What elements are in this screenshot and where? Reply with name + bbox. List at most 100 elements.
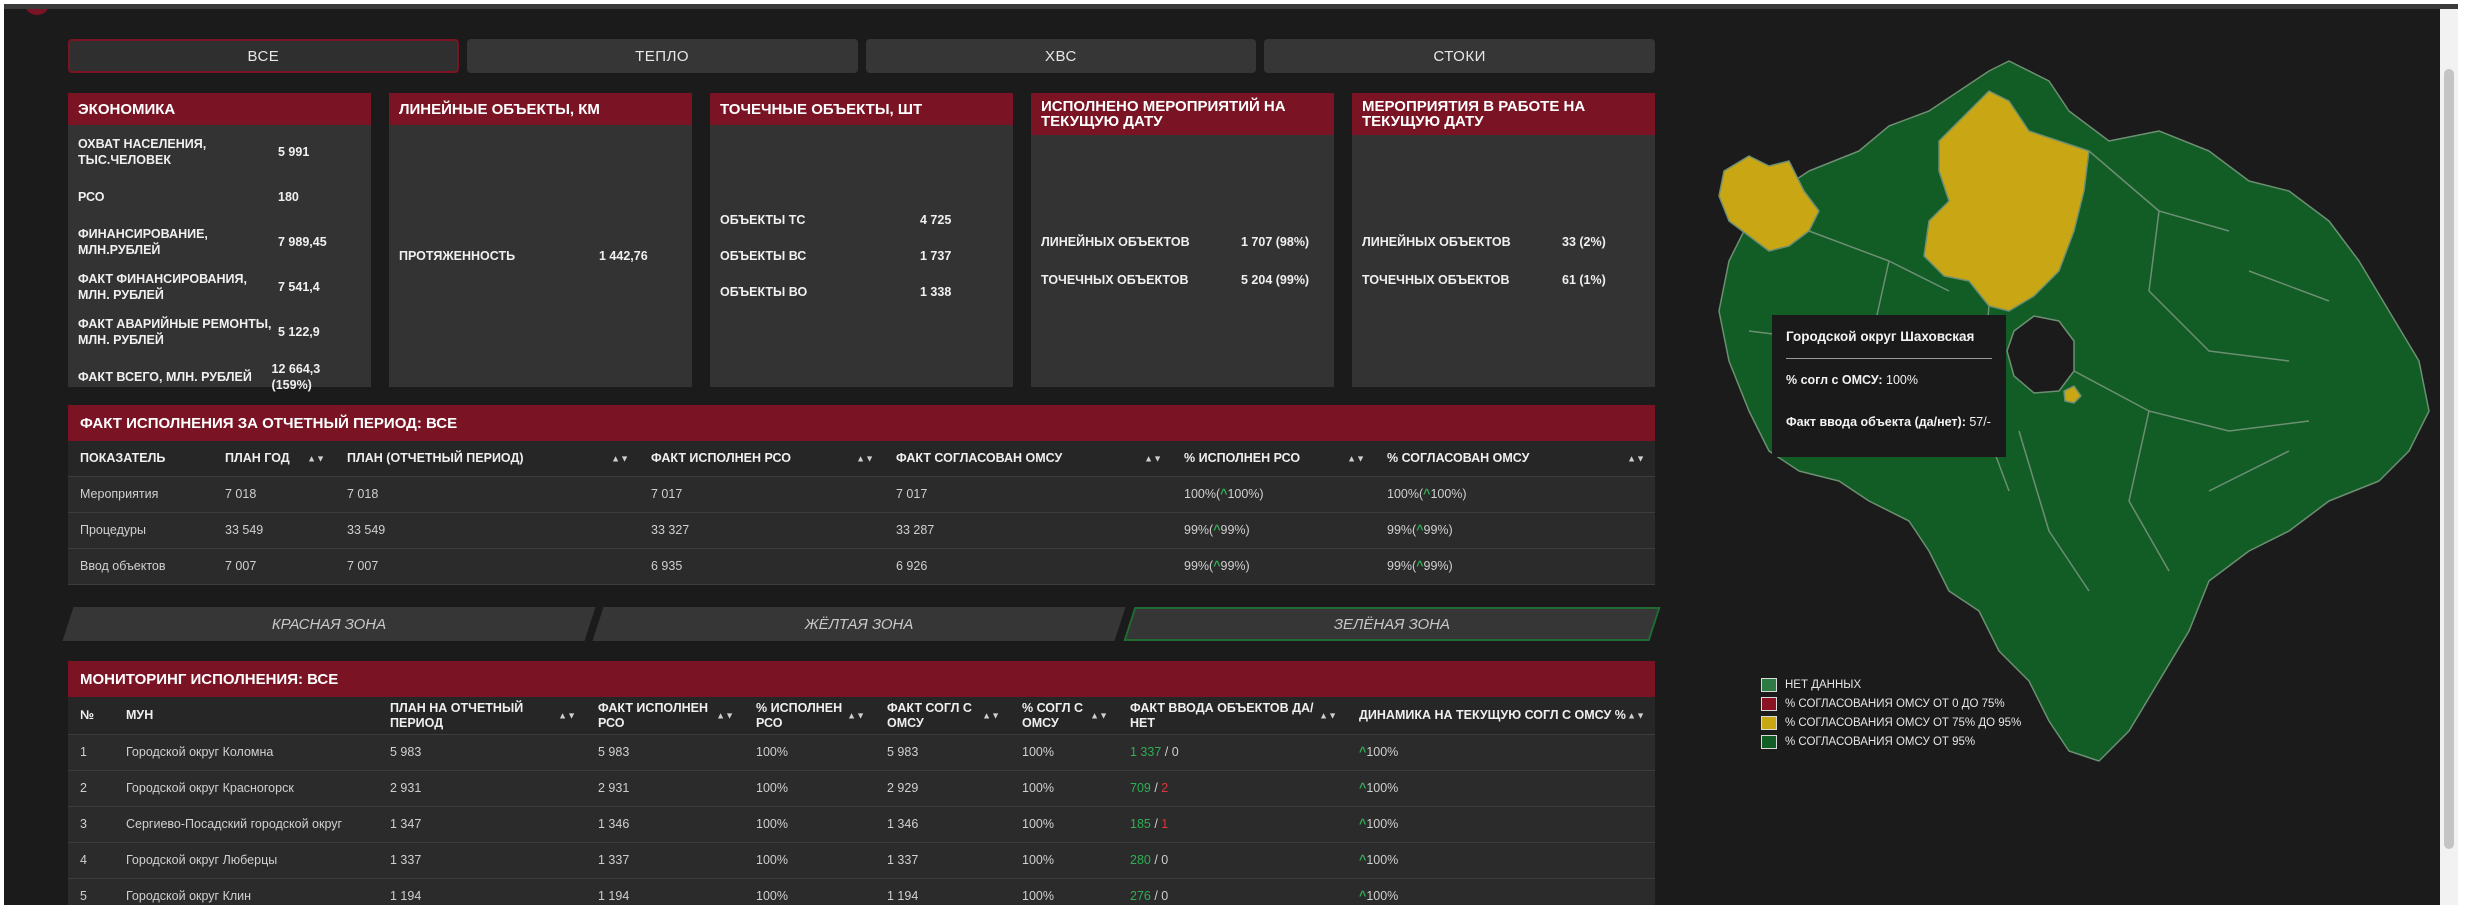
kv-value: 1 737	[920, 249, 952, 263]
kv-row: ЛИНЕЙНЫХ ОБЪЕКТОВ 33 (2%)	[1362, 234, 1645, 250]
card-body: ОХВАТ НАСЕЛЕНИЯ, ТЫС.ЧЕЛОВЕК 5 991 РСО 180 Ф…	[68, 125, 371, 405]
legend-label: НЕТ ДАННЫХ	[1785, 678, 1862, 691]
map-tooltip: Городской округ Шаховская % согл с ОМСУ:…	[1772, 315, 2006, 457]
table-cell: 2	[80, 781, 87, 795]
no-count: 1	[1161, 817, 1169, 831]
percent-value: 100%)	[1430, 487, 1467, 501]
tooltip-value: 57/-	[1969, 415, 1991, 429]
separator: /	[1161, 745, 1172, 759]
table-cell: Процедуры	[80, 523, 146, 537]
legend-label: % СОГЛАСОВАНИЯ ОМСУ ОТ 95%	[1785, 735, 1976, 748]
table-cell: Мероприятия	[80, 487, 159, 501]
legend-item: % СОГЛАСОВАНИЯ ОМСУ ОТ 0 ДО 75%	[1761, 694, 2021, 713]
tab-cold-water[interactable]: ХВС	[865, 39, 1257, 73]
kv-label: ОБЪЕКТЫ ВС	[720, 249, 807, 263]
table-cell: 2 931	[390, 781, 422, 795]
sort-icon[interactable]: ▲▼	[307, 451, 325, 466]
table-cell: 6 935	[651, 559, 683, 573]
table-row: Ввод объектов 7 007 7 007 6 935 6 926 99%(^99…	[68, 549, 1655, 585]
sort-icon[interactable]: ▲▼	[982, 708, 1000, 723]
column-header[interactable]: ФАКТ ВВОДА ОБЪЕКТОВ ДА/НЕТ ▲▼	[1118, 701, 1347, 731]
table-cell: 100%(^100%)	[1375, 487, 1655, 502]
yellow-zone-tab[interactable]: ЖЁЛТАЯ ЗОНА	[592, 607, 1127, 641]
percent-value: 100%	[1366, 889, 1399, 903]
table-cell: 100%	[756, 853, 788, 867]
done-card: ИСПОЛНЕНО МЕРОПРИЯТИЙ НА ТЕКУЩУЮ ДАТУ ЛИ…	[1031, 93, 1334, 387]
kv-row: ОБЪЕКТЫ ТС 4 725	[720, 212, 1003, 228]
tab-sewage[interactable]: СТОКИ	[1264, 39, 1655, 73]
sort-icon[interactable]: ▲▼	[1347, 451, 1365, 466]
sort-icon[interactable]: ▲▼	[611, 451, 629, 466]
table-cell: 33 327	[651, 523, 690, 537]
sort-icon[interactable]: ▲▼	[847, 708, 865, 723]
tab-heat[interactable]: ТЕПЛО	[466, 39, 858, 73]
red-zone-tab[interactable]: КРАСНАЯ ЗОНА	[62, 607, 596, 641]
kv-row: ОБЪЕКТЫ ВО 1 338	[720, 284, 1003, 300]
kv-value: 1 707 (98%)	[1241, 235, 1310, 249]
separator: /	[1150, 817, 1162, 831]
column-header[interactable]: % ИСПОЛНЕН РСО ▲▼	[1172, 451, 1375, 466]
kv-label: ФАКТ ФИНАНСИРОВАНИЯ, МЛН. РУБЛЕЙ	[78, 271, 247, 302]
table-cell: 1 347	[390, 817, 422, 831]
card-body: ОБЪЕКТЫ ТС 4 725 ОБЪЕКТЫ ВС 1 737 ОБЪЕКТЫ ВО…	[710, 125, 1013, 387]
tab-all[interactable]: ВСЕ	[68, 39, 459, 73]
kv-label: ПРОТЯЖЕННОСТЬ	[399, 249, 516, 263]
sort-icon[interactable]: ▲▼	[856, 451, 874, 466]
column-header[interactable]: МУН	[114, 708, 378, 723]
kv-label: ТОЧЕЧНЫХ ОБЪЕКТОВ	[1362, 273, 1510, 287]
percent-value: 100%	[1366, 853, 1399, 867]
column-header[interactable]: ПЛАН (ОТЧЕТНЫЙ ПЕРИОД) ▲▼	[335, 451, 639, 466]
kv-row: ТОЧЕЧНЫХ ОБЪЕКТОВ 5 204 (99%)	[1041, 272, 1324, 288]
sort-icon[interactable]: ▲▼	[1319, 708, 1337, 723]
kv-value: 1 442,76	[599, 249, 648, 263]
legend-item: % СОГЛАСОВАНИЯ ОМСУ ОТ 75% ДО 95%	[1761, 713, 2021, 732]
column-header[interactable]: % СОГЛАСОВАН ОМСУ ▲▼	[1375, 451, 1655, 466]
table-cell: ^100%	[1347, 889, 1655, 904]
column-header[interactable]: ФАКТ СОГЛ С ОМСУ ▲▼	[875, 701, 1010, 731]
kv-value: 12 664,3 (159%)	[271, 361, 321, 392]
column-header[interactable]: ФАКТ СОГЛАСОВАН ОМСУ ▲▼	[884, 451, 1172, 466]
table-cell: 33 549	[225, 523, 264, 537]
logo-fragment	[24, 9, 50, 15]
card-body: ЛИНЕЙНЫХ ОБЪЕКТОВ 1 707 (98%) ТОЧЕЧНЫХ ОБЪ…	[1031, 135, 1334, 387]
column-header[interactable]: ПЛАН НА ОТЧЕТНЫЙ ПЕРИОД ▲▼	[378, 701, 586, 731]
green-zone-tab[interactable]: ЗЕЛЁНАЯ ЗОНА	[1123, 607, 1661, 641]
kv-label: ЛИНЕЙНЫХ ОБЪЕКТОВ	[1041, 235, 1190, 249]
table-cell: 5 983	[887, 745, 919, 759]
column-header[interactable]: % ИСПОЛНЕН РСО ▲▼	[744, 701, 875, 731]
kv-value: 5 204 (99%)	[1241, 273, 1310, 287]
vertical-scrollbar[interactable]	[2440, 9, 2458, 905]
column-header[interactable]: % СОГЛ С ОМСУ ▲▼	[1010, 701, 1118, 731]
tooltip-title: Городской округ Шаховская	[1786, 329, 1992, 359]
sort-icon[interactable]: ▲▼	[558, 708, 576, 723]
legend-swatch	[1761, 677, 1777, 692]
table-cell: 100%	[1022, 817, 1054, 831]
sort-icon[interactable]: ▲▼	[1627, 451, 1645, 466]
column-header[interactable]: ПОКАЗАТЕЛЬ	[68, 451, 213, 466]
column-header[interactable]: ФАКТ ИСПОЛНЕН РСО ▲▼	[586, 701, 744, 731]
kv-label: РСО	[78, 189, 105, 204]
column-header[interactable]: №	[68, 708, 114, 723]
column-header[interactable]: ПЛАН ГОД ▲▼	[213, 451, 335, 466]
sort-icon[interactable]: ▲▼	[1090, 708, 1108, 723]
table-row: Процедуры 33 549 33 549 33 327 33 287 99%(^99…	[68, 513, 1655, 549]
scrollbar-thumb[interactable]	[2444, 69, 2454, 849]
no-count: 0	[1161, 889, 1169, 903]
sort-icon[interactable]: ▲▼	[1144, 451, 1162, 466]
column-header[interactable]: ДИНАМИКА НА ТЕКУЩУЮ СОГЛ С ОМСУ % ▲▼	[1347, 708, 1655, 723]
separator: /	[1150, 853, 1162, 867]
sort-icon[interactable]: ▲▼	[1627, 708, 1645, 723]
arrow-up-icon: ^	[1213, 523, 1221, 537]
table-cell: 709 / 2	[1118, 781, 1347, 796]
table-cell: 99%(^99%)	[1375, 559, 1655, 574]
point-objects-card: ТОЧЕЧНЫЕ ОБЪЕКТЫ, ШТ ОБЪЕКТЫ ТС 4 725 ОБЪЕ…	[710, 93, 1013, 387]
column-header[interactable]: ФАКТ ИСПОЛНЕН РСО ▲▼	[639, 451, 884, 466]
separator: /	[1150, 781, 1162, 795]
yes-count: 276	[1130, 889, 1151, 903]
percent-value: 100%	[1366, 817, 1399, 831]
kv-row: ФАКТ ВСЕГО, МЛН. РУБЛЕЙ 12 664,3 (159%)	[78, 354, 361, 399]
table-cell: Городской округ Красногорск	[126, 781, 294, 795]
table-cell: 99%(^99%)	[1375, 523, 1655, 538]
sort-icon[interactable]: ▲▼	[716, 708, 734, 723]
table-cell: 7 017	[896, 487, 928, 501]
